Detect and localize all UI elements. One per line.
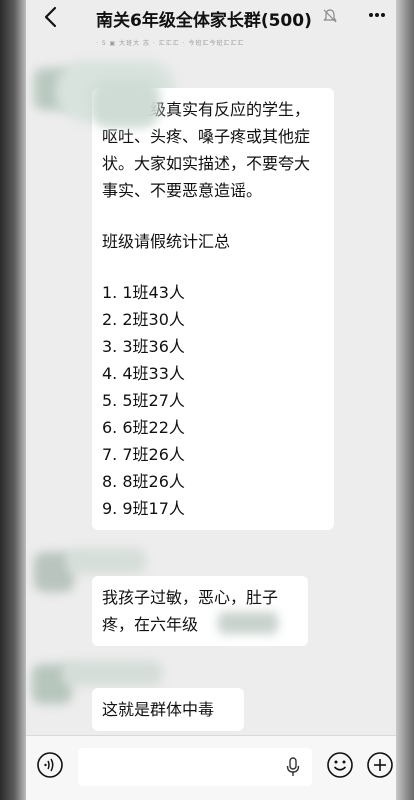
list-item: 1. 1班43人	[102, 283, 185, 302]
device-edge-right	[396, 0, 414, 800]
message-input[interactable]	[78, 748, 312, 786]
list-item: 7. 7班26人	[102, 445, 185, 464]
emoji-icon[interactable]	[326, 751, 354, 779]
bell-off-icon	[323, 9, 337, 23]
message-bubble[interactable]: 这就是群体中毒	[92, 688, 244, 731]
message-heading: 班级请假统计汇总	[102, 232, 231, 251]
list-item: 3. 3班36人	[102, 337, 185, 356]
title-bar: 南关6年级全体家长群(500)	[26, 0, 396, 36]
plus-icon[interactable]	[366, 751, 394, 779]
list-item: 4. 4班33人	[102, 364, 185, 383]
list-item: 6. 6班22人	[102, 418, 185, 437]
sender-name-blurred	[62, 660, 162, 686]
redaction-blur	[90, 78, 160, 128]
list-item: 2. 2班30人	[102, 310, 185, 329]
chat-screen: 南关6年级全体家长群(500) · 5 ▣ 大班大 志 · 汇汇汇 · 今班汇今…	[26, 0, 396, 800]
input-bar	[26, 735, 396, 800]
list-item: 8. 8班26人	[102, 472, 185, 491]
message-bubble[interactable]: 我孩子过敏，恶心，肚子疼，在六年级	[92, 576, 308, 646]
list-item: 5. 5班27人	[102, 391, 185, 410]
list-item: 9. 9班17人	[102, 499, 185, 518]
sender-name-blurred	[66, 548, 146, 574]
pinned-strip: · 5 ▣ 大班大 志 · 汇汇汇 · 今班汇今班汇汇汇	[96, 40, 245, 47]
message-text: 这就是群体中毒	[102, 700, 215, 719]
chat-title: 南关6年级全体家长群(500)	[96, 11, 312, 31]
redaction-blur	[218, 612, 278, 634]
voice-icon[interactable]	[36, 751, 64, 779]
more-icon[interactable]	[368, 12, 386, 18]
message-bubble-announcement[interactable]: 收集班级真实有反应的学生，呕吐、头疼、嗓子疼或其他症状。大家如实描述，不要夸大事…	[92, 88, 334, 530]
device-edge-left	[0, 0, 26, 800]
chevron-left-icon[interactable]	[38, 4, 64, 30]
mic-icon[interactable]	[284, 756, 302, 778]
